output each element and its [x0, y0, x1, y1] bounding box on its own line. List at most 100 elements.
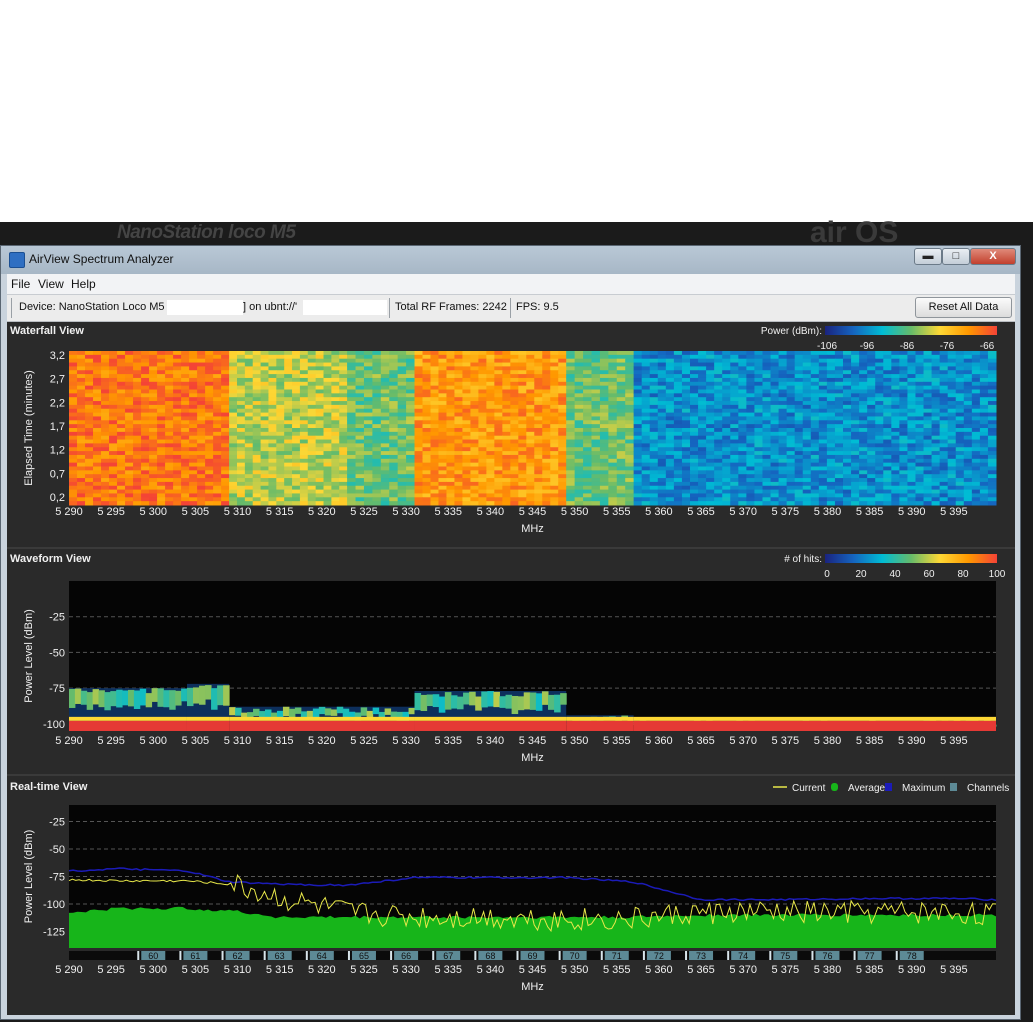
- waterfall-cell: [987, 481, 997, 487]
- waterfall-cell: [197, 466, 206, 471]
- waterfall-cell: [842, 443, 852, 448]
- minimize-button[interactable]: ▬: [914, 248, 942, 265]
- waterfall-cell: [85, 366, 94, 371]
- waterfall-cell: [389, 420, 399, 425]
- waterfall-cell: [891, 501, 900, 506]
- waterfall-cell: [599, 381, 609, 387]
- waterfall-cell: [608, 470, 618, 475]
- waterfall-cell: [939, 485, 949, 491]
- waterfall-cell: [406, 466, 416, 471]
- waterfall-cell: [307, 393, 317, 398]
- waterfall-cell: [125, 366, 134, 371]
- menu-file[interactable]: File: [11, 277, 30, 291]
- waterfall-cell: [534, 435, 543, 441]
- waterfall-cell: [307, 351, 317, 356]
- waterfall-cell: [770, 381, 780, 387]
- waterfall-cell: [818, 397, 828, 402]
- waterfall-cell: [389, 466, 399, 471]
- waterfall-cell: [141, 401, 150, 406]
- waterfall-cell: [478, 497, 487, 502]
- waterfall-cell: [649, 447, 659, 452]
- reset-all-data-button[interactable]: Reset All Data: [915, 297, 1012, 318]
- waterfall-cell: [93, 451, 102, 456]
- waterfall-cell: [778, 389, 788, 394]
- waterfall-cell: [939, 458, 949, 464]
- menu-view[interactable]: View: [38, 277, 64, 291]
- waterfall-cell: [173, 497, 182, 502]
- waterfall-cell: [665, 478, 675, 483]
- waterfall-cell: [641, 447, 651, 452]
- waterfall-cell: [339, 439, 348, 444]
- title-bar[interactable]: AirView Spectrum Analyzer ▬ □ X: [1, 246, 1020, 274]
- waterfall-cell: [292, 374, 301, 379]
- waterfall-cell: [706, 401, 715, 406]
- waterfall-cell: [891, 428, 900, 433]
- waterfall-cell: [534, 412, 543, 417]
- redacted-device-url: [303, 300, 387, 315]
- waterfall-cell: [802, 493, 812, 498]
- waterfall-cell: [979, 374, 989, 379]
- waterfall-cell: [558, 431, 567, 437]
- waterfall-cell: [542, 366, 551, 371]
- waterfall-cell: [93, 397, 102, 402]
- waterfall-cell: [141, 408, 150, 414]
- waterfall-cell: [197, 431, 206, 437]
- waterfall-cell: [963, 470, 973, 475]
- waterfall-cell: [494, 462, 503, 467]
- waterfall-cell: [802, 351, 812, 356]
- waterfall-cell: [85, 420, 94, 425]
- waterfall-cell: [430, 478, 439, 483]
- waterfall-cell: [883, 466, 892, 471]
- waterfall-cell: [315, 454, 325, 460]
- maximize-button[interactable]: □: [942, 248, 970, 265]
- waterfall-cell: [633, 493, 643, 498]
- waterfall-cell: [276, 489, 285, 494]
- waterfall-cell: [915, 401, 925, 406]
- waterfall-cell: [284, 381, 293, 387]
- close-button[interactable]: X: [970, 248, 1016, 265]
- waterfall-cell: [794, 408, 804, 414]
- waterfall-cell: [462, 351, 471, 356]
- waterfall-cell: [339, 412, 348, 417]
- waterfall-cell: [971, 366, 981, 371]
- waterfall-cell: [181, 439, 190, 444]
- waterfall-cell: [213, 389, 222, 394]
- waterfall-cell: [714, 431, 723, 437]
- waterfall-cell: [681, 451, 691, 456]
- waterfall-cell: [971, 385, 981, 390]
- waterfall-cell: [714, 474, 723, 479]
- waterfall-cell: [244, 462, 254, 467]
- waterfall-cell: [284, 458, 293, 464]
- waterfall-cell: [205, 462, 214, 467]
- waterfall-cell: [430, 377, 439, 383]
- waterfall-cell: [470, 389, 479, 394]
- waterfall-cell: [518, 393, 527, 398]
- waterfall-cell: [526, 389, 535, 394]
- waveform-hit: [529, 692, 537, 710]
- waterfall-cell: [971, 454, 981, 460]
- waterfall-cell: [859, 393, 868, 398]
- waterfall-cell: [625, 377, 635, 383]
- waterfall-cell: [292, 462, 301, 467]
- waterfall-cell: [542, 481, 551, 487]
- waterfall-cell: [205, 439, 214, 444]
- waterfall-cell: [276, 377, 285, 383]
- waterfall-cell: [307, 354, 317, 360]
- waterfall-cell: [842, 481, 852, 487]
- waterfall-cell: [542, 439, 551, 444]
- waveform-hit: [456, 696, 464, 710]
- waterfall-cell: [397, 389, 407, 394]
- waterfall-cell: [85, 489, 94, 494]
- waterfall-cell: [907, 416, 916, 421]
- waterfall-cell: [478, 431, 487, 437]
- waterfall-cell: [389, 478, 399, 483]
- waterfall-cell: [599, 416, 609, 421]
- waterfall-cell: [299, 381, 309, 387]
- waterfall-cell: [955, 462, 965, 467]
- waterfall-cell: [770, 351, 780, 356]
- waterfall-cell: [591, 485, 601, 491]
- waterfall-cell: [762, 397, 772, 402]
- waterfall-cell: [534, 462, 543, 467]
- menu-help[interactable]: Help: [71, 277, 96, 291]
- waterfall-cell: [372, 462, 382, 467]
